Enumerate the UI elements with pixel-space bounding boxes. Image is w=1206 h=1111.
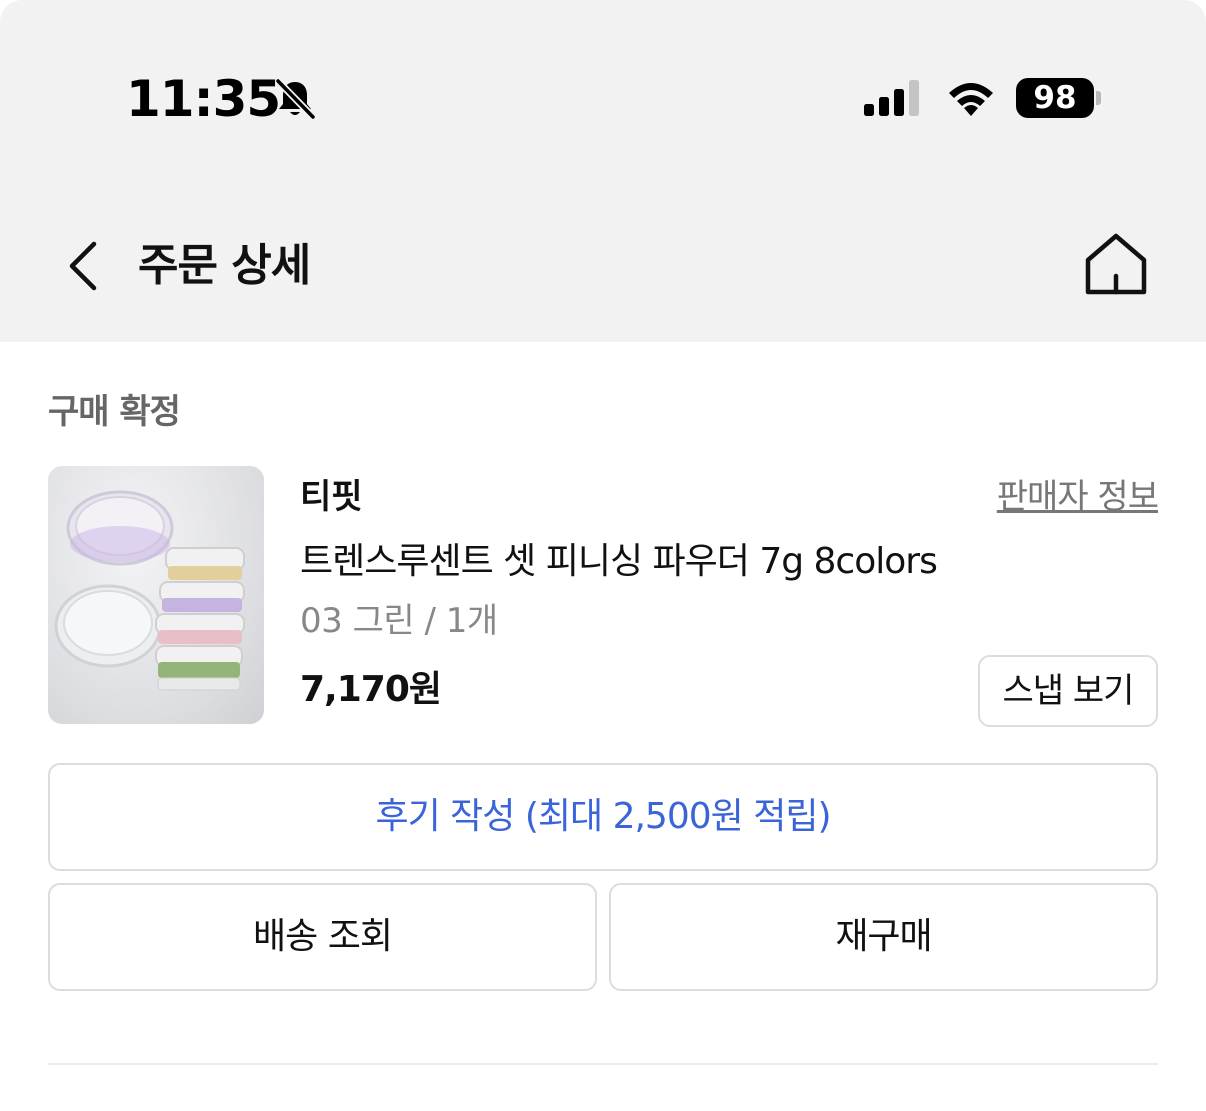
product-illustration bbox=[54, 490, 245, 691]
order-status-label: 구매 확정 bbox=[48, 392, 181, 432]
product-image[interactable] bbox=[48, 466, 264, 724]
back-chevron-icon[interactable] bbox=[62, 236, 106, 296]
status-time: 11:35 bbox=[126, 70, 281, 128]
snap-view-button[interactable]: 스냅 보기 bbox=[978, 655, 1158, 727]
battery-tip bbox=[1096, 91, 1101, 105]
wifi-icon bbox=[949, 83, 993, 116]
product-name[interactable]: 트렌스루센트 셋 피니싱 파우더 7g 8colors bbox=[300, 538, 938, 586]
order-detail-screen: 11:35 98 주문 상세 구매 확정 티핏 판매자 정보 트렌스루센트 셋 … bbox=[0, 0, 1206, 1111]
product-option: 03 그린 / 1개 bbox=[300, 601, 498, 641]
top-bar: 11:35 98 주문 상세 bbox=[0, 0, 1206, 342]
delivery-tracking-button[interactable]: 배송 조회 bbox=[48, 883, 597, 991]
page-title: 주문 상세 bbox=[138, 240, 311, 291]
seller-name[interactable]: 티핏 bbox=[300, 474, 363, 520]
reorder-button[interactable]: 재구매 bbox=[609, 883, 1158, 991]
bell-slash-icon bbox=[275, 78, 316, 120]
home-icon[interactable] bbox=[1082, 230, 1150, 298]
write-review-button[interactable]: 후기 작성 (최대 2,500원 적립) bbox=[48, 763, 1158, 871]
battery-icon: 98 bbox=[1016, 78, 1094, 118]
signal-icon bbox=[864, 80, 919, 116]
section-divider bbox=[48, 1063, 1158, 1065]
seller-info-link[interactable]: 판매자 정보 bbox=[997, 474, 1159, 520]
product-price: 7,170원 bbox=[300, 669, 442, 710]
